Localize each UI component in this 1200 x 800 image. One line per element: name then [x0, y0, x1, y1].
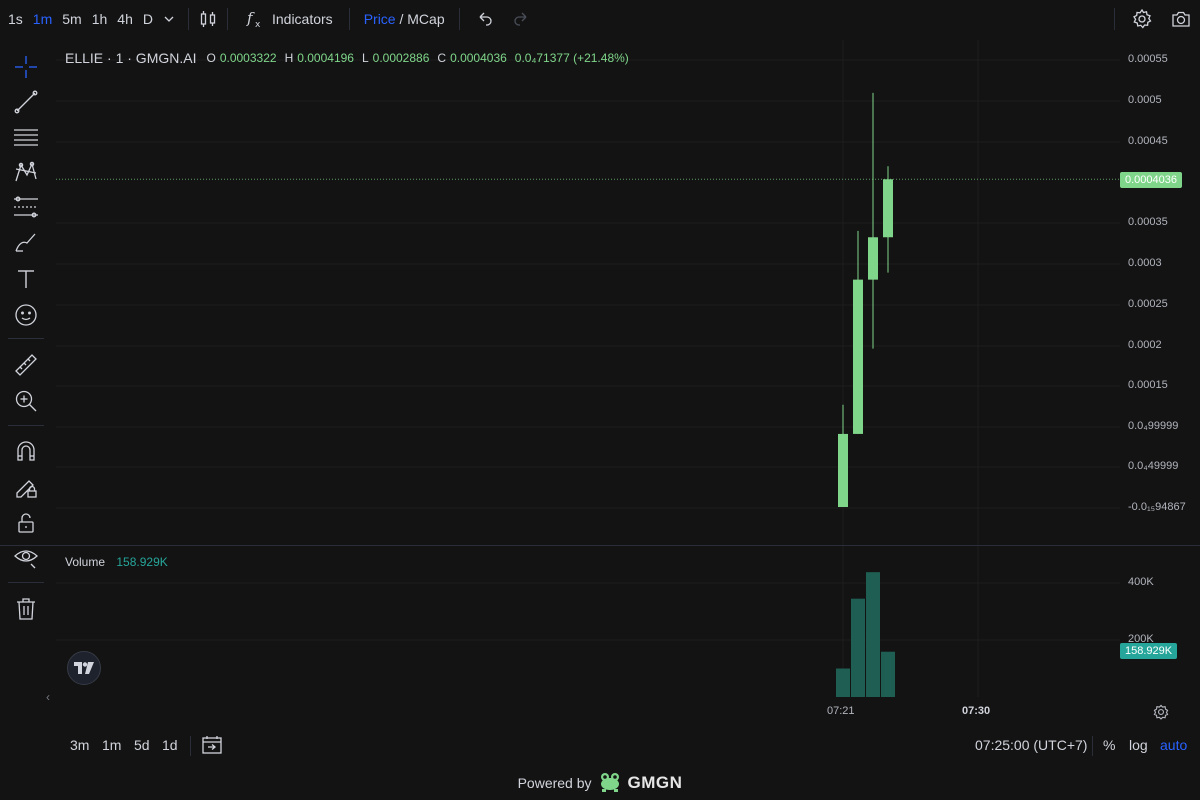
tradingview-logo[interactable]: [67, 651, 101, 685]
volume-legend: Volume 158.929K: [65, 555, 168, 569]
range-5d[interactable]: 5d: [134, 737, 150, 753]
clock-timezone[interactable]: 07:25:00 (UTC+7): [975, 737, 1087, 753]
percent-scale-toggle[interactable]: %: [1103, 737, 1115, 753]
volume-bar: [881, 651, 895, 697]
volume-axis-tick: 400K: [1128, 576, 1154, 588]
open-key: O: [206, 51, 216, 65]
go-to-date-icon[interactable]: [201, 734, 223, 759]
gmgn-frog-logo-icon: [598, 770, 622, 795]
open-value: 0.0003322: [219, 51, 277, 65]
high-key: H: [284, 51, 294, 65]
volume-value-tag: 158.929K: [1120, 643, 1178, 659]
low-value: 0.0002886: [372, 51, 430, 65]
price-axis-tick: 0.0005: [1128, 94, 1162, 106]
price-axis-tick: 0.00015: [1128, 379, 1168, 391]
price-axis-tick: 0.0₄99999: [1128, 420, 1179, 432]
axis-settings-gear-icon[interactable]: [1152, 703, 1170, 726]
volume-bar: [866, 572, 880, 697]
volume-label: Volume: [65, 555, 106, 569]
price-axis-tick: 0.00055: [1128, 53, 1168, 65]
divider: [1092, 736, 1093, 756]
range-3m[interactable]: 3m: [70, 737, 89, 753]
powered-by-label: Powered by: [517, 774, 592, 791]
price-axis-tick: -0.0₁₅94867: [1128, 501, 1186, 513]
divider: [190, 736, 191, 756]
brand-name: GMGN: [627, 772, 683, 792]
last-price-tag: 0.0004036: [1120, 172, 1182, 188]
price-axis-tick: 0.0003: [1128, 257, 1162, 269]
price-axis-tick: 0.00045: [1128, 135, 1168, 147]
volume-bar: [851, 598, 865, 697]
bottom-bar: 3m 1m 5d 1d 07:25:00 (UTC+7) % log auto: [0, 730, 1200, 760]
close-key: C: [437, 51, 447, 65]
candle-body: [883, 179, 893, 238]
price-axis-tick: 0.00025: [1128, 298, 1168, 310]
auto-scale-toggle[interactable]: auto: [1160, 737, 1187, 753]
change-value: 0.0₄71377 (+21.48%): [514, 51, 629, 65]
candle-body: [838, 433, 848, 507]
candle-body: [853, 279, 863, 434]
price-axis-tick: 0.0002: [1128, 339, 1162, 351]
chart-canvas[interactable]: [0, 0, 1200, 730]
time-axis-tick: 07:30: [962, 705, 991, 717]
close-value: 0.0004036: [450, 51, 507, 65]
pane-separator[interactable]: [0, 545, 1200, 546]
high-value: 0.0004196: [297, 51, 354, 65]
price-axis-tick: 0.00035: [1128, 216, 1168, 228]
range-1m[interactable]: 1m: [102, 737, 121, 753]
symbol-title[interactable]: ELLIE · 1 · GMGN.AI: [65, 50, 196, 66]
time-axis-tick: 07:21: [827, 705, 855, 717]
range-1d[interactable]: 1d: [162, 737, 178, 753]
low-key: L: [361, 51, 369, 65]
log-scale-toggle[interactable]: log: [1129, 737, 1148, 753]
candle-body: [868, 237, 878, 280]
volume-bar: [836, 668, 850, 697]
volume-value: 158.929K: [116, 555, 168, 569]
price-axis-tick: 0.0₄49999: [1128, 460, 1179, 472]
price-legend: ELLIE · 1 · GMGN.AI O 0.0003322 H 0.000419…: [65, 50, 633, 66]
powered-by-footer: Powered by GMGN: [0, 770, 1200, 795]
